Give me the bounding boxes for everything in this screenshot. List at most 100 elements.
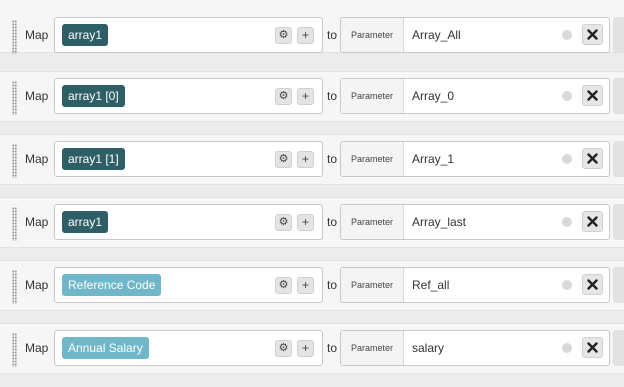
settings-button[interactable]: ⚙ (275, 27, 292, 44)
parameter-value[interactable]: Array_0 (412, 89, 454, 103)
gear-icon: ⚙ (278, 153, 289, 165)
source-field[interactable]: array1 ⚙ + (54, 204, 323, 240)
to-label: to (327, 28, 338, 42)
parameter-value[interactable]: salary (412, 341, 444, 355)
mapping-row: Map Annual Salary ⚙ + to Parameter salar… (0, 323, 624, 374)
target-field[interactable]: Parameter Ref_all (340, 267, 610, 303)
gear-icon: ⚙ (278, 216, 289, 228)
gear-icon: ⚙ (278, 90, 289, 102)
source-variable-chip[interactable]: Reference Code (62, 274, 162, 296)
info-dot-icon (562, 91, 572, 101)
add-button[interactable]: + (297, 214, 314, 231)
target-field[interactable]: Parameter Array_All (340, 17, 610, 53)
map-label: Map (25, 89, 49, 103)
settings-button[interactable]: ⚙ (275, 214, 292, 231)
close-icon (587, 216, 598, 227)
info-dot-icon (562, 280, 572, 290)
drag-handle-icon[interactable] (12, 207, 17, 241)
to-label: to (327, 89, 338, 103)
map-label: Map (25, 152, 49, 166)
add-button[interactable]: + (297, 151, 314, 168)
parameter-tag: Parameter (341, 268, 404, 302)
to-label: to (327, 215, 338, 229)
settings-button[interactable]: ⚙ (275, 340, 292, 357)
add-button[interactable]: + (297, 27, 314, 44)
map-label: Map (25, 215, 49, 229)
to-label: to (327, 152, 338, 166)
row-edge-control[interactable] (613, 78, 624, 114)
remove-button[interactable] (582, 148, 603, 169)
source-field[interactable]: array1 ⚙ + (54, 17, 323, 53)
plus-icon: + (301, 28, 309, 42)
mapping-row: Map array1 [1] ⚙ + to Parameter Array_1 (0, 134, 624, 185)
close-icon (587, 279, 598, 290)
parameter-value[interactable]: Array_All (412, 28, 461, 42)
drag-handle-icon[interactable] (12, 20, 17, 54)
settings-button[interactable]: ⚙ (275, 88, 292, 105)
plus-icon: + (301, 89, 309, 103)
plus-icon: + (301, 278, 309, 292)
drag-handle-icon[interactable] (12, 270, 17, 304)
parameter-tag: Parameter (341, 18, 404, 52)
drag-handle-icon[interactable] (12, 81, 17, 115)
remove-button[interactable] (582, 274, 603, 295)
settings-button[interactable]: ⚙ (275, 277, 292, 294)
settings-button[interactable]: ⚙ (275, 151, 292, 168)
add-button[interactable]: + (297, 88, 314, 105)
parameter-value[interactable]: Array_1 (412, 152, 454, 166)
remove-button[interactable] (582, 85, 603, 106)
target-field[interactable]: Parameter Array_last (340, 204, 610, 240)
parameter-value[interactable]: Ref_all (412, 278, 449, 292)
row-edge-control[interactable] (613, 141, 624, 177)
drag-handle-icon[interactable] (12, 333, 17, 367)
source-variable-chip[interactable]: array1 (62, 24, 109, 46)
remove-button[interactable] (582, 211, 603, 232)
remove-button[interactable] (582, 24, 603, 45)
to-label: to (327, 278, 338, 292)
to-label: to (327, 341, 338, 355)
map-label: Map (25, 341, 49, 355)
source-field[interactable]: array1 [0] ⚙ + (54, 78, 323, 114)
mapping-row: Map array1 [0] ⚙ + to Parameter Array_0 (0, 71, 624, 122)
row-edge-control[interactable] (613, 17, 624, 53)
row-edge-control[interactable] (613, 330, 624, 366)
source-variable-chip[interactable]: array1 (62, 211, 109, 233)
info-dot-icon (562, 343, 572, 353)
parameter-tag: Parameter (341, 205, 404, 239)
close-icon (587, 90, 598, 101)
add-button[interactable]: + (297, 277, 314, 294)
gear-icon: ⚙ (278, 279, 289, 291)
parameter-value[interactable]: Array_last (412, 215, 466, 229)
drag-handle-icon[interactable] (12, 144, 17, 178)
source-field[interactable]: Annual Salary ⚙ + (54, 330, 323, 366)
source-variable-chip[interactable]: array1 [0] (62, 85, 125, 107)
target-field[interactable]: Parameter salary (340, 330, 610, 366)
parameter-tag: Parameter (341, 79, 404, 113)
mapping-row: Map Reference Code ⚙ + to Parameter Ref_… (0, 260, 624, 311)
close-icon (587, 153, 598, 164)
add-button[interactable]: + (297, 340, 314, 357)
plus-icon: + (301, 341, 309, 355)
map-label: Map (25, 278, 49, 292)
close-icon (587, 342, 598, 353)
plus-icon: + (301, 215, 309, 229)
source-field[interactable]: array1 [1] ⚙ + (54, 141, 323, 177)
map-label: Map (25, 28, 49, 42)
info-dot-icon (562, 217, 572, 227)
mapping-row: Map array1 ⚙ + to Parameter Array_last (0, 197, 624, 248)
source-variable-chip[interactable]: Annual Salary (62, 337, 149, 359)
gear-icon: ⚙ (278, 29, 289, 41)
parameter-tag: Parameter (341, 331, 404, 365)
info-dot-icon (562, 30, 572, 40)
source-field[interactable]: Reference Code ⚙ + (54, 267, 323, 303)
row-edge-control[interactable] (613, 267, 624, 303)
target-field[interactable]: Parameter Array_1 (340, 141, 610, 177)
remove-button[interactable] (582, 337, 603, 358)
source-variable-chip[interactable]: array1 [1] (62, 148, 125, 170)
row-edge-control[interactable] (613, 204, 624, 240)
plus-icon: + (301, 152, 309, 166)
close-icon (587, 29, 598, 40)
mapping-row: Map array1 ⚙ + to Parameter Array_All (0, 0, 624, 54)
info-dot-icon (562, 154, 572, 164)
target-field[interactable]: Parameter Array_0 (340, 78, 610, 114)
